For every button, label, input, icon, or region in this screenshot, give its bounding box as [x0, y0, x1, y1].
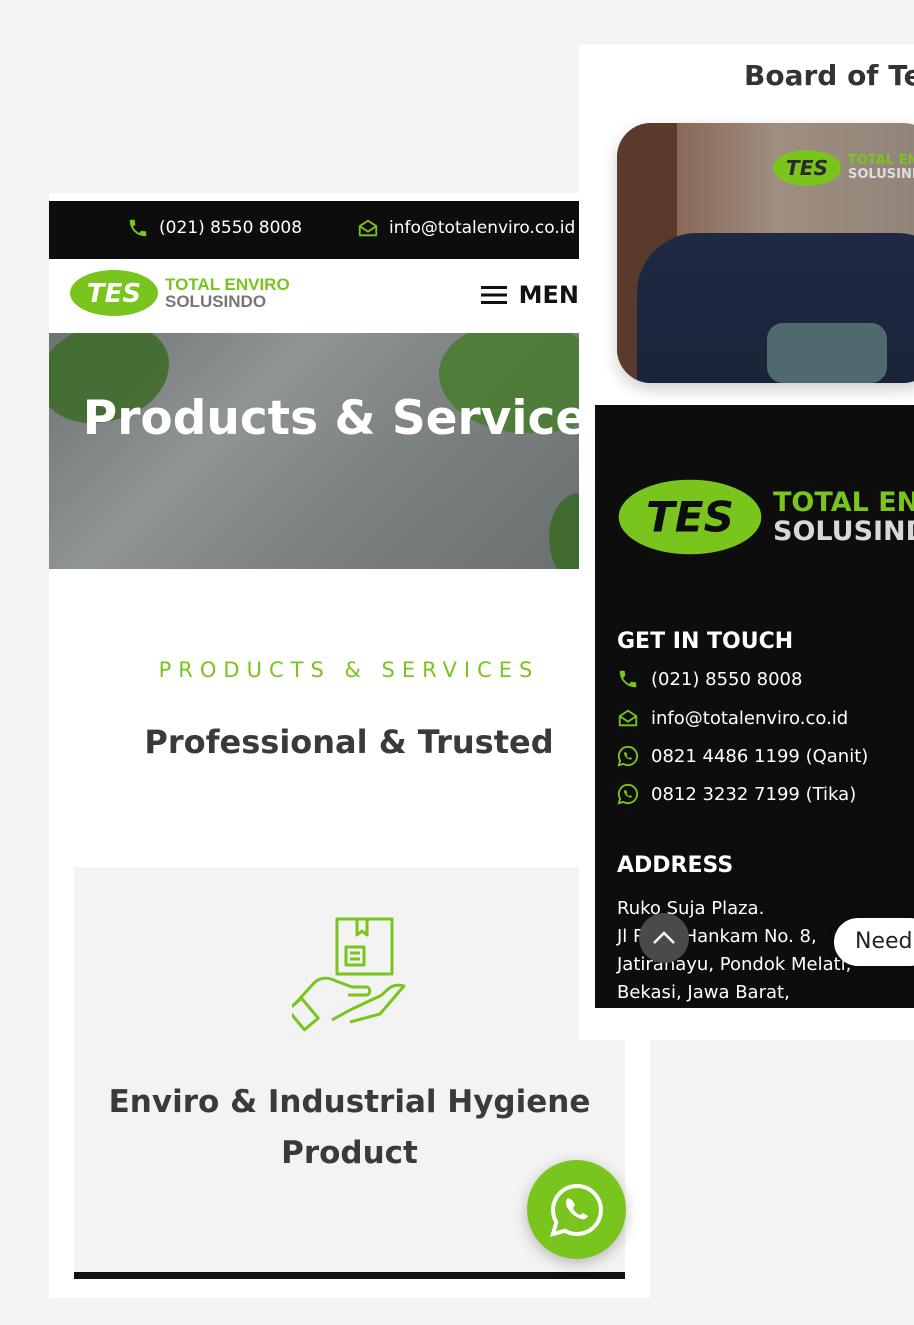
footer-logo-line1: TOTAL ENV: [773, 487, 914, 518]
hand-box-icon: [292, 917, 406, 1032]
phone-icon: [129, 219, 147, 237]
topbar-phone-text: (021) 8550 8008: [159, 218, 303, 238]
email-open-icon: [618, 709, 638, 727]
whatsapp-icon: [617, 783, 639, 805]
footer-whatsapp-tika-text: 0812 3232 7199 (Tika): [651, 783, 857, 805]
svg-text:TES: TES: [87, 279, 141, 309]
phone-icon: [619, 670, 637, 688]
hero-banner: Products & Services: [49, 333, 579, 569]
site-logo[interactable]: TES TOTAL ENVIRO SOLUSINDO: [69, 269, 290, 317]
footer-whatsapp-qanit[interactable]: 0821 4486 1199 (Qanit): [617, 745, 868, 767]
section-eyebrow: PRODUCTS & SERVICES: [158, 658, 540, 682]
menu-button[interactable]: MEN: [480, 281, 579, 309]
tes-logo-icon: TES: [70, 270, 158, 316]
whatsapp-float-button[interactable]: [527, 1160, 626, 1259]
photo-logo-line2: SOLUSIND: [848, 167, 914, 182]
footer-logo-line2: SOLUSINDO: [773, 516, 914, 547]
footer-phone[interactable]: (021) 8550 8008: [617, 668, 802, 690]
contact-topbar: (021) 8550 8008 info@totalenviro.co.id: [49, 201, 579, 259]
footer-email[interactable]: info@totalenviro.co.id: [617, 707, 848, 729]
address-title: ADDRESS: [617, 853, 734, 878]
footer-whatsapp-qanit-text: 0821 4486 1199 (Qanit): [651, 745, 869, 767]
brand-line2: SOLUSINDO: [165, 292, 267, 311]
board-title: Board of Te: [744, 59, 914, 92]
right-phone-screen: Board of Te TES TOTAL EN SOLUSIND TES TO…: [579, 45, 914, 1040]
leaf-decoration: [549, 493, 579, 569]
tes-logo-icon: TES: [618, 479, 762, 555]
brand-name: TOTAL ENVIRO SOLUSINDO: [165, 276, 290, 310]
section-heading: Professional & Trusted: [144, 723, 554, 761]
whatsapp-icon: [549, 1183, 603, 1237]
hamburger-icon: [480, 286, 507, 304]
photo-logo-line1: TOTAL EN: [848, 153, 914, 168]
left-phone-screen: (021) 8550 8008 info@totalenviro.co.id T…: [49, 193, 650, 1298]
brand-line1: TOTAL ENVIRO: [165, 275, 290, 294]
footer-email-text: info@totalenviro.co.id: [651, 707, 849, 729]
svg-text:TES: TES: [646, 493, 734, 542]
svg-text:TES: TES: [786, 156, 828, 180]
site-header: TES TOTAL ENVIRO SOLUSINDO MEN: [49, 259, 579, 333]
need-help-bubble[interactable]: Need: [834, 918, 914, 966]
topbar-phone[interactable]: (021) 8550 8008: [127, 217, 302, 239]
whatsapp-icon: [617, 745, 639, 767]
sofa: [767, 323, 887, 383]
footer-whatsapp-tika[interactable]: 0812 3232 7199 (Tika): [617, 783, 856, 805]
tes-logo-icon: TES: [772, 150, 842, 186]
footer-phone-text: (021) 8550 8008: [651, 668, 803, 690]
contact-title: GET IN TOUCH: [617, 629, 794, 654]
card-bottom-bar: [74, 1272, 625, 1279]
photo-wall-logo: TES TOTAL EN SOLUSIND: [772, 149, 914, 187]
topbar-email-text: info@totalenviro.co.id: [389, 218, 576, 238]
card-title: Enviro & Industrial Hygiene Product: [108, 1084, 591, 1171]
chevron-up-icon: [653, 931, 675, 944]
topbar-email[interactable]: info@totalenviro.co.id: [357, 217, 575, 239]
footer-logo[interactable]: TES TOTAL ENV SOLUSINDO: [617, 477, 914, 557]
team-photo: TES TOTAL EN SOLUSIND: [617, 123, 914, 383]
menu-label: MEN: [518, 281, 579, 309]
email-open-icon: [358, 219, 378, 237]
hero-title: Products & Services: [82, 391, 579, 446]
address-line: Bekasi, Jawa Barat,: [617, 982, 790, 1003]
scroll-to-top-button[interactable]: [639, 913, 689, 963]
